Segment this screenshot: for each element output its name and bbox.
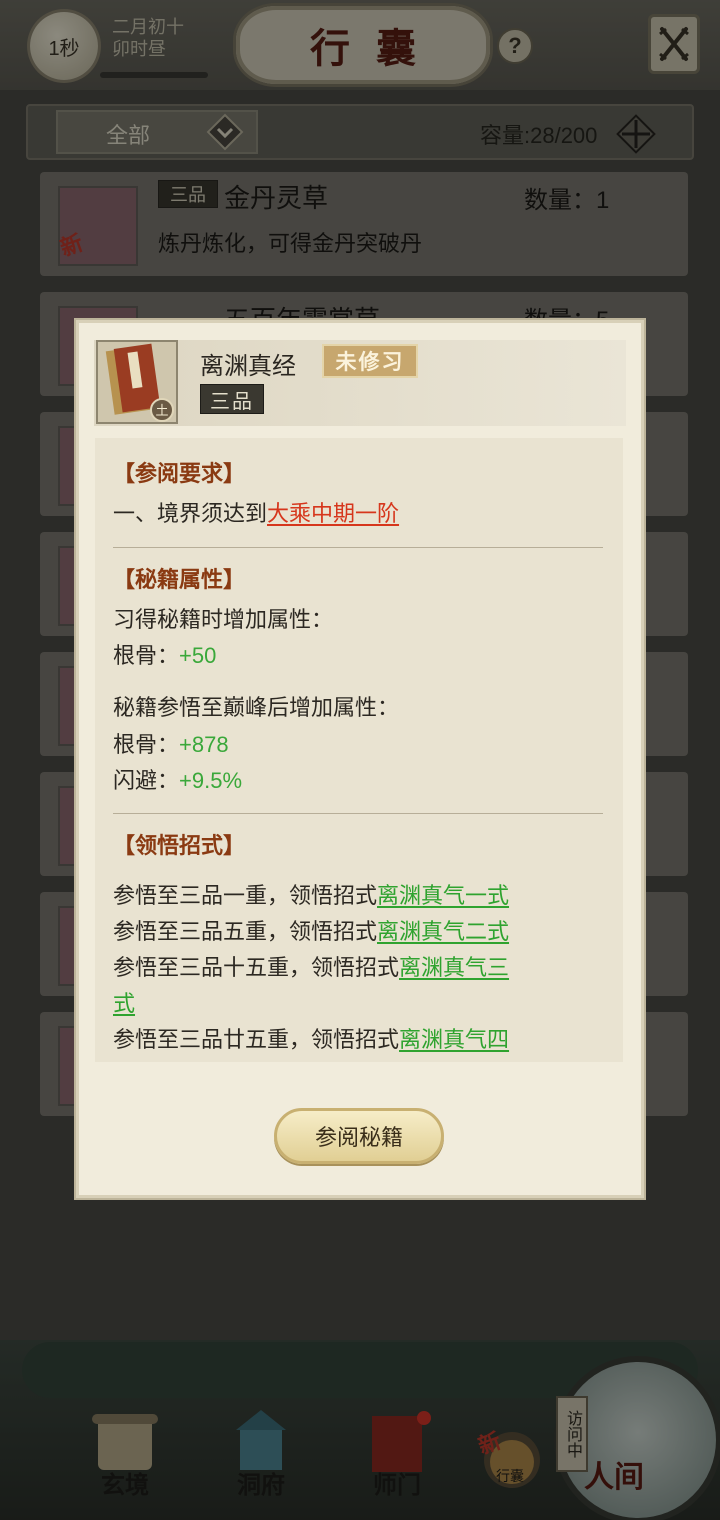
stat-value: +9.5% [179,768,243,793]
attr-peak-label: 秘籍参悟至巅峰后增加属性： [113,695,400,720]
move-link[interactable]: 离渊真气三 [399,955,509,980]
stat-name: 闪避： [113,768,180,793]
stat-name: 根骨： [113,732,180,757]
attr-peak-line: 闪避：+9.5% [113,763,242,799]
read-book-button[interactable]: 参阅秘籍 [274,1108,444,1164]
move-text: 参悟至三品廿五重，领悟招式 [113,1027,400,1052]
divider [113,813,603,814]
move-link[interactable]: 离渊真气二式 [377,919,509,944]
realm-requirement-link[interactable]: 大乘中期一阶 [267,501,399,526]
move-line: 参悟至三品一重，领悟招式离渊真气一式 [113,878,509,914]
section-title-requirements: 【参阅要求】 [113,461,246,487]
stat-name: 根骨： [113,643,180,668]
move-text: 参悟至三品一重，领悟招式 [113,883,378,908]
requirement-text: 一、境界须达到 [113,501,268,526]
divider [113,547,603,548]
section-title-attributes: 【秘籍属性】 [113,567,246,593]
requirement-line: 一、境界须达到大乘中期一阶 [113,496,399,532]
move-line: 参悟至三品廿五重，领悟招式离渊真气四 [113,1022,509,1058]
move-line: 参悟至三品五重，领悟招式离渊真气二式 [113,914,509,950]
stat-value: +50 [179,643,217,668]
move-link[interactable]: 式 [113,991,135,1016]
attr-peak-line: 根骨：+878 [113,727,229,763]
move-text: 参悟至三品五重，领悟招式 [113,919,378,944]
stat-value: +878 [179,732,229,757]
status-badge: 未修习 [322,344,418,378]
move-line-continued: 式 [113,986,135,1022]
move-link[interactable]: 离渊真气一式 [377,883,509,908]
attr-learn-line: 根骨：+50 [113,638,216,674]
element-tag: 土 [155,403,168,418]
section-title-moves: 【领悟招式】 [113,833,246,859]
grade-badge: 三品 [200,384,264,414]
book-icon: 土 [96,340,178,424]
popup-scroll-content[interactable]: 【参阅要求】 一、境界须达到大乘中期一阶 【秘籍属性】 习得秘籍时增加属性： 根… [95,438,623,1062]
book-name: 离渊真经 [200,353,296,380]
move-line: 参悟至三品十五重，领悟招式离渊真气三 [113,950,509,986]
move-text: 参悟至三品十五重，领悟招式 [113,955,400,980]
attr-learn-label: 习得秘籍时增加属性： [113,607,334,632]
move-link[interactable]: 离渊真气四 [399,1027,509,1052]
